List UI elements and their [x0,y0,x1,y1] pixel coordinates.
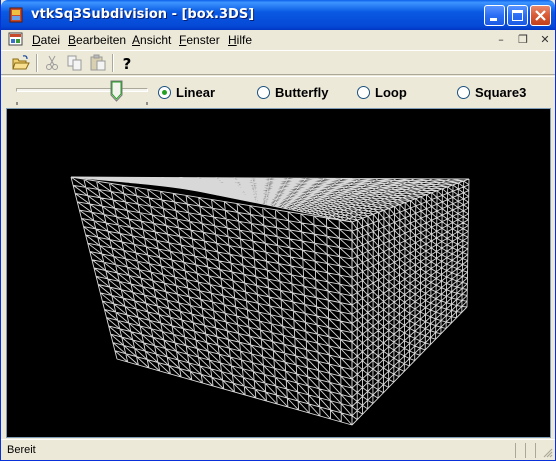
radio-loop-label: Loop [375,84,407,100]
status-pane [515,443,521,458]
toolbar-separator [112,54,114,72]
radio-button[interactable] [457,85,470,99]
mesh-top-face [70,176,470,223]
minimize-icon [490,18,497,21]
maximize-icon [512,10,523,21]
subdivided-box-mesh [70,176,470,426]
paste-icon[interactable] [88,54,108,72]
child-close-button[interactable]: ✕ [537,33,553,47]
radio-square3[interactable]: Square3 [457,84,526,100]
mesh-front-face-wireframe [70,176,353,426]
app-icon[interactable] [7,6,25,24]
status-text: Bereit [7,444,36,456]
radio-linear[interactable]: Linear [158,84,215,100]
close-button[interactable] [530,5,551,26]
slider-ticks [16,102,148,105]
mesh-front-face [70,176,353,426]
radio-button-selected[interactable] [158,85,171,99]
app-window: vtkSq3Subdivision - [box.3DS] Datei Bear… [0,0,556,461]
title-bar[interactable]: vtkSq3Subdivision - [box.3DS] [1,0,555,30]
status-bar: Bereit [1,439,555,460]
subdivision-slider-track[interactable] [16,88,148,92]
subdivision-slider-thumb[interactable] [110,80,123,102]
mesh-top-face-wireframe [70,176,470,223]
status-pane [525,443,531,458]
toolbar-separator [36,54,38,72]
menu-hilfe[interactable]: Hilfe [228,33,252,47]
menu-fenster[interactable]: Fenster [179,33,220,47]
menu-bearbeiten[interactable]: Bearbeiten [68,33,126,47]
mesh-right-face [351,178,470,426]
child-minimize-button[interactable]: – [493,33,509,47]
radio-linear-label: Linear [176,84,216,100]
open-icon[interactable] [11,54,31,72]
radio-button[interactable] [257,85,270,99]
cut-icon[interactable] [42,54,62,72]
radio-butterfly-label: Butterfly [275,84,329,100]
resize-grip-icon[interactable] [541,446,553,458]
render-viewport[interactable] [6,108,551,438]
menu-ansicht[interactable]: Ansicht [132,33,171,47]
child-restore-button[interactable]: ❐ [515,33,531,47]
toolbar: ? [1,50,555,75]
menu-bar: Datei Bearbeiten Ansicht Fenster Hilfe –… [1,30,555,49]
document-icon[interactable] [8,32,24,47]
help-icon[interactable]: ? [117,54,137,72]
svg-text:?: ? [123,55,132,72]
radio-butterfly[interactable]: Butterfly [257,84,328,100]
subdivision-options-bar: Linear Butterfly Loop Square3 [1,76,555,108]
window-title: vtkSq3Subdivision - [box.3DS] [31,7,255,22]
minimize-button[interactable] [484,5,505,26]
close-icon [535,10,546,21]
menu-datei[interactable]: Datei [32,33,60,47]
radio-button[interactable] [357,85,370,99]
radio-square3-label: Square3 [475,84,527,100]
radio-loop[interactable]: Loop [357,84,407,100]
mesh-right-face-wireframe [351,178,470,426]
maximize-button[interactable] [507,5,528,26]
copy-icon[interactable] [65,54,85,72]
